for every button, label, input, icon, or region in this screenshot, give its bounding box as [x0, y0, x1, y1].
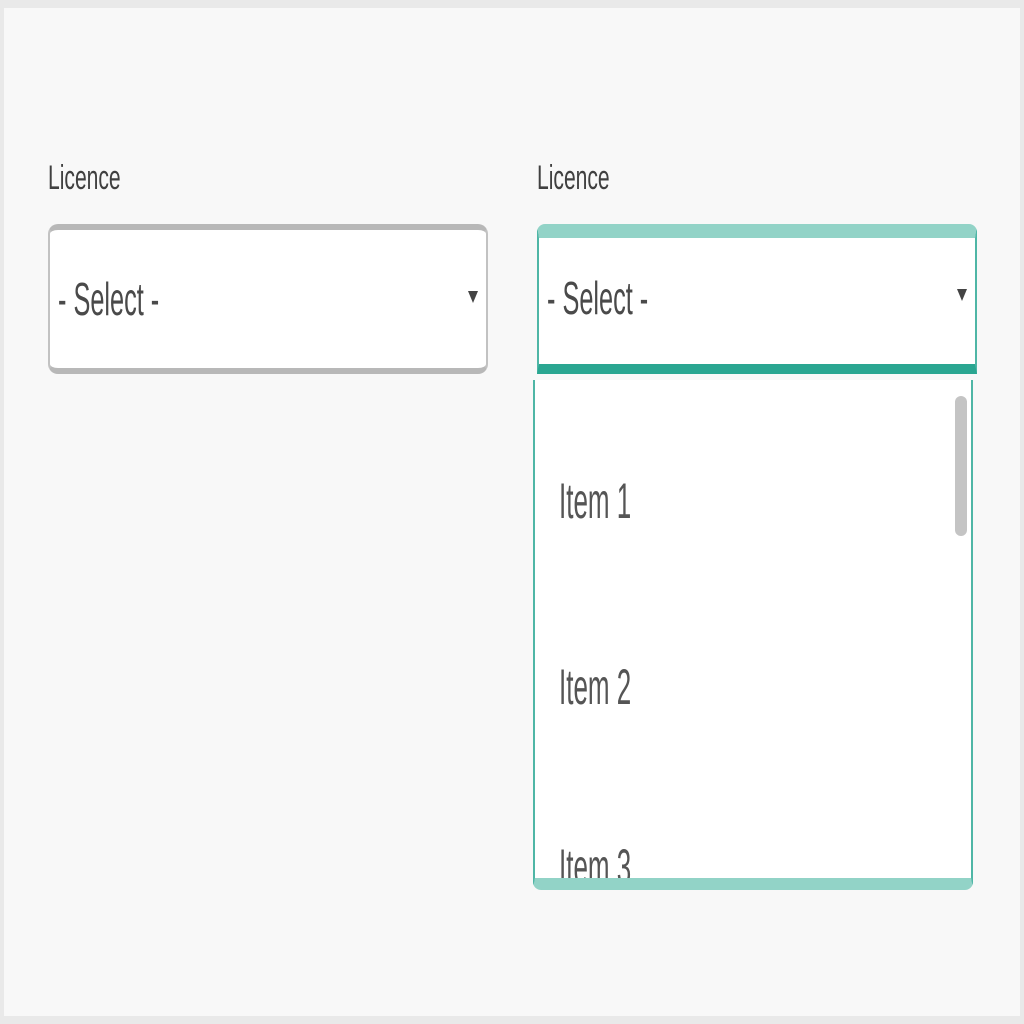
option-item[interactable]: Item 1	[559, 472, 631, 530]
option-item[interactable]: Item 2	[559, 658, 631, 716]
scrollbar-thumb[interactable]	[955, 396, 967, 536]
licence-label: Licence	[537, 159, 610, 197]
licence-field-closed: Licence - Select -	[48, 154, 488, 374]
select-placeholder: - Select -	[58, 273, 160, 325]
option-item[interactable]: Item 3	[559, 838, 631, 878]
licence-field-open: Licence - Select -	[537, 154, 977, 374]
licence-label: Licence	[48, 159, 121, 197]
caret-down-icon	[957, 289, 967, 301]
licence-select-open[interactable]: - Select -	[537, 224, 977, 374]
dropdown-options-list[interactable]: Item 1 Item 2 Item 3	[533, 380, 973, 890]
select-placeholder: - Select -	[547, 272, 649, 324]
caret-down-icon	[468, 291, 478, 303]
licence-select-closed[interactable]: - Select -	[48, 224, 488, 374]
